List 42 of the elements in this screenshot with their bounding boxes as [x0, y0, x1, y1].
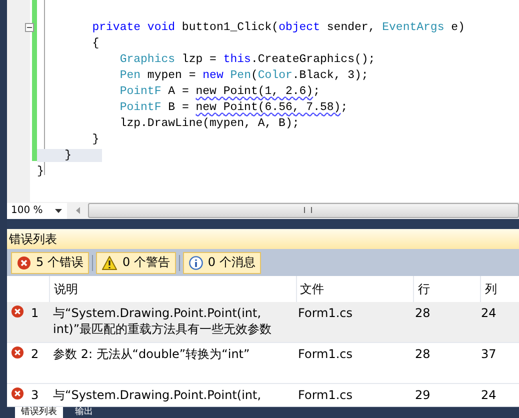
code-line: Pen mypen = new Pen(Color.Black, 3);	[118, 69, 368, 82]
column-number: 24	[480, 305, 498, 322]
code-line: Graphics lzp = this.CreateGraphics();	[118, 53, 376, 66]
filter-button[interactable]: 0 个消息	[182, 252, 262, 274]
row-number: 2	[30, 346, 40, 363]
line-number: 29	[414, 387, 432, 404]
error-icon	[17, 256, 31, 270]
caret-icon	[55, 208, 62, 213]
panel-tab[interactable]: 输出	[69, 407, 99, 418]
info-icon	[188, 256, 203, 270]
warning-icon	[102, 256, 118, 270]
line-number: 28	[414, 305, 432, 322]
error-icon	[11, 305, 24, 318]
scroll-left-icon[interactable]	[76, 207, 80, 214]
code-line: }	[37, 165, 44, 178]
line-number: 28	[414, 346, 432, 363]
horizontal-scrollbar[interactable]	[88, 203, 519, 218]
error-icon	[11, 387, 24, 400]
column-number: 37	[480, 346, 498, 363]
code-line: {	[91, 37, 100, 50]
column-number: 24	[480, 387, 498, 404]
panel-title: 错误列表	[7, 229, 519, 249]
file-name: Form1.cs	[297, 346, 354, 363]
error-row[interactable]: 1 与“System.Drawing.Point.Point(int, int)”最匹配的重载方法具有一些无效参数 Form1.cs 28 24	[7, 302, 519, 343]
code-line: private void button1_Click(object sender, EventArgs e)	[91, 21, 465, 34]
error-description: 与“System.Drawing.Point.Point(int,	[52, 387, 262, 404]
file-name: Form1.cs	[297, 305, 354, 322]
row-number: 1	[30, 305, 40, 322]
zoom-dropdown[interactable]: 100 %	[7, 202, 67, 219]
row-number: 3	[30, 387, 40, 404]
code-line: PointF B = new Point(6.56, 7.58);	[118, 101, 348, 114]
code-line: PointF A = new Point(1, 2.6);	[118, 85, 320, 98]
file-name: Form1.cs	[297, 387, 354, 404]
panel-tab[interactable]: 错误列表	[15, 407, 63, 418]
code-line: }	[91, 133, 100, 146]
error-description: 参数 2: 无法从“double”转换为“int”	[52, 346, 251, 363]
error-icon	[11, 346, 24, 359]
collapse-icon[interactable]	[25, 23, 34, 32]
filter-button[interactable]: 5 个错误	[11, 252, 90, 274]
error-description: 与“System.Drawing.Point.Point(int, int)”最匹配的重载方法具有一些无效参数	[52, 305, 273, 338]
filter-button[interactable]: 0 个警告	[96, 252, 176, 274]
code-line: lzp.DrawLine(mypen, A, B);	[118, 117, 300, 130]
